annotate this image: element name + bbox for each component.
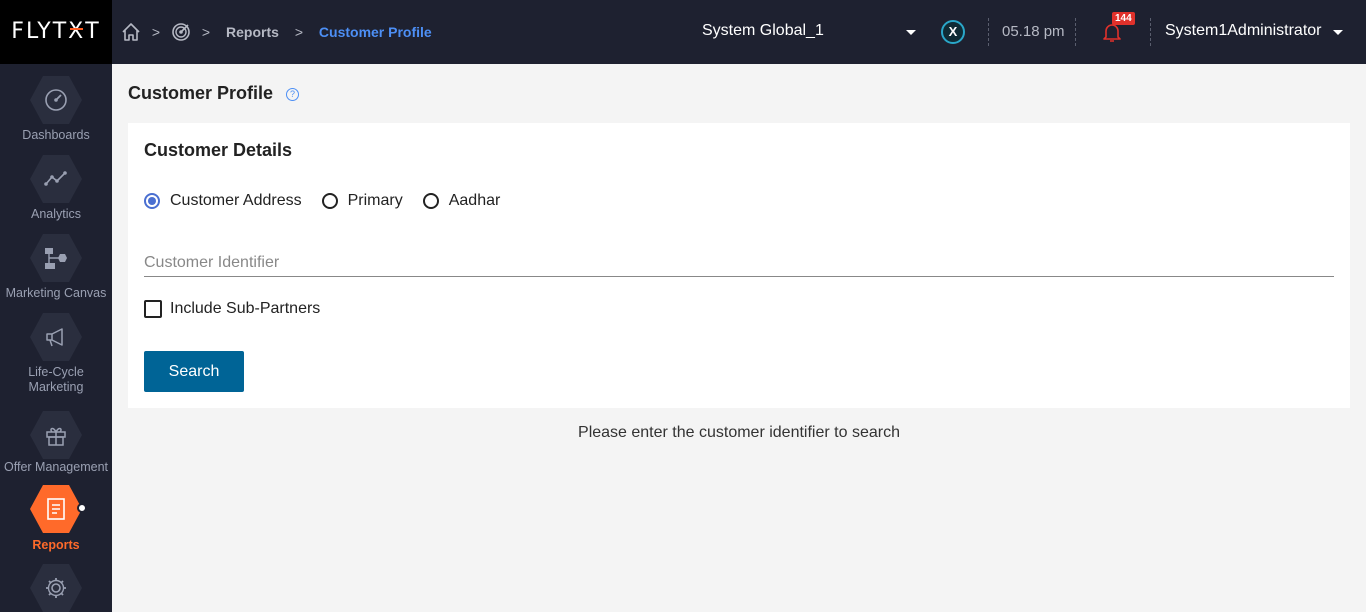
chevron-right-icon: > xyxy=(151,24,161,40)
chevron-right-icon: > xyxy=(294,24,303,40)
radio-button[interactable] xyxy=(144,193,160,209)
target-icon[interactable] xyxy=(170,21,192,43)
app-switch-icon[interactable]: X xyxy=(941,20,965,44)
page-title: Customer Profile xyxy=(128,83,274,103)
sidebar-item-settings[interactable] xyxy=(0,562,112,612)
clock-time: 05.18 pm xyxy=(1002,23,1065,40)
gift-icon xyxy=(30,411,82,459)
radio-label: Customer Address xyxy=(170,192,302,209)
radio-label: Aadhar xyxy=(448,192,501,209)
identifier-type-radio-group: Customer Address Primary Aadhar xyxy=(144,192,520,210)
chevron-down-icon[interactable] xyxy=(1333,30,1343,35)
line-chart-icon xyxy=(30,155,82,203)
customer-identifier-input[interactable] xyxy=(144,249,1334,277)
customer-details-card: Customer Details Customer Address Primar… xyxy=(128,123,1350,408)
search-button[interactable]: Search xyxy=(144,351,244,392)
breadcrumb: > > Reports > Customer Profile xyxy=(120,20,438,44)
breadcrumb-customer-profile: Customer Profile xyxy=(318,24,432,40)
flow-icon xyxy=(30,234,82,282)
sidebar-item-offer-management[interactable]: Offer Management xyxy=(0,409,112,479)
sidebar-item-label: Offer Management xyxy=(4,460,108,474)
sidebar: Dashboards Analytics Marketing Canvas Li… xyxy=(0,64,112,612)
sidebar-item-label: Reports xyxy=(32,538,80,552)
notification-count-badge: 144 xyxy=(1112,12,1135,25)
sidebar-item-dashboards[interactable]: Dashboards xyxy=(0,74,112,144)
checkbox-label: Include Sub-Partners xyxy=(170,300,321,317)
breadcrumb-reports[interactable]: Reports xyxy=(220,24,285,40)
section-title: Customer Details xyxy=(144,140,293,160)
include-sub-partners-checkbox[interactable]: Include Sub-Partners xyxy=(144,300,320,318)
home-icon[interactable] xyxy=(120,21,142,43)
radio-customer-address[interactable]: Customer Address xyxy=(144,192,302,210)
gauge-icon xyxy=(30,76,82,124)
logo-prefix: FLYT xyxy=(11,19,69,44)
gear-icon xyxy=(30,564,82,612)
sidebar-item-analytics[interactable]: Analytics xyxy=(0,153,112,223)
divider xyxy=(988,18,989,46)
divider xyxy=(1150,18,1151,46)
radio-primary[interactable]: Primary xyxy=(321,192,403,210)
sidebar-item-label: Analytics xyxy=(30,207,82,221)
report-icon xyxy=(30,485,82,533)
top-bar: FLYTXT > > Reports > Customer Profile Sy… xyxy=(0,0,1366,64)
logo[interactable]: FLYTXT xyxy=(0,0,112,64)
chevron-right-icon: > xyxy=(201,24,211,40)
checkbox[interactable] xyxy=(144,300,162,318)
sidebar-item-reports[interactable]: Reports xyxy=(0,483,112,558)
radio-button[interactable] xyxy=(422,193,439,209)
org-selector[interactable]: System Global_1 xyxy=(702,22,824,40)
divider xyxy=(1075,18,1076,46)
user-menu[interactable]: System1Administrator xyxy=(1165,22,1322,40)
radio-aadhar[interactable]: Aadhar xyxy=(422,192,501,210)
active-indicator xyxy=(77,503,87,513)
logo-x: X xyxy=(68,19,86,44)
sidebar-item-label: Dashboards xyxy=(22,128,90,142)
megaphone-icon xyxy=(30,313,82,361)
sidebar-item-label-line1: Life-Cycle xyxy=(28,365,84,379)
sidebar-item-life-cycle-marketing[interactable]: Life-Cycle Marketing xyxy=(0,311,112,401)
logo-suffix: T xyxy=(85,19,101,44)
radio-button[interactable] xyxy=(321,193,338,209)
sidebar-item-label-line2: Marketing xyxy=(28,380,84,394)
empty-state-message: Please enter the customer identifier to … xyxy=(578,424,900,441)
sidebar-item-marketing-canvas[interactable]: Marketing Canvas xyxy=(0,232,112,302)
sidebar-item-label: Marketing Canvas xyxy=(5,286,107,300)
chevron-down-icon[interactable] xyxy=(906,30,916,35)
radio-label: Primary xyxy=(347,192,403,209)
help-icon[interactable]: ? xyxy=(286,88,299,101)
